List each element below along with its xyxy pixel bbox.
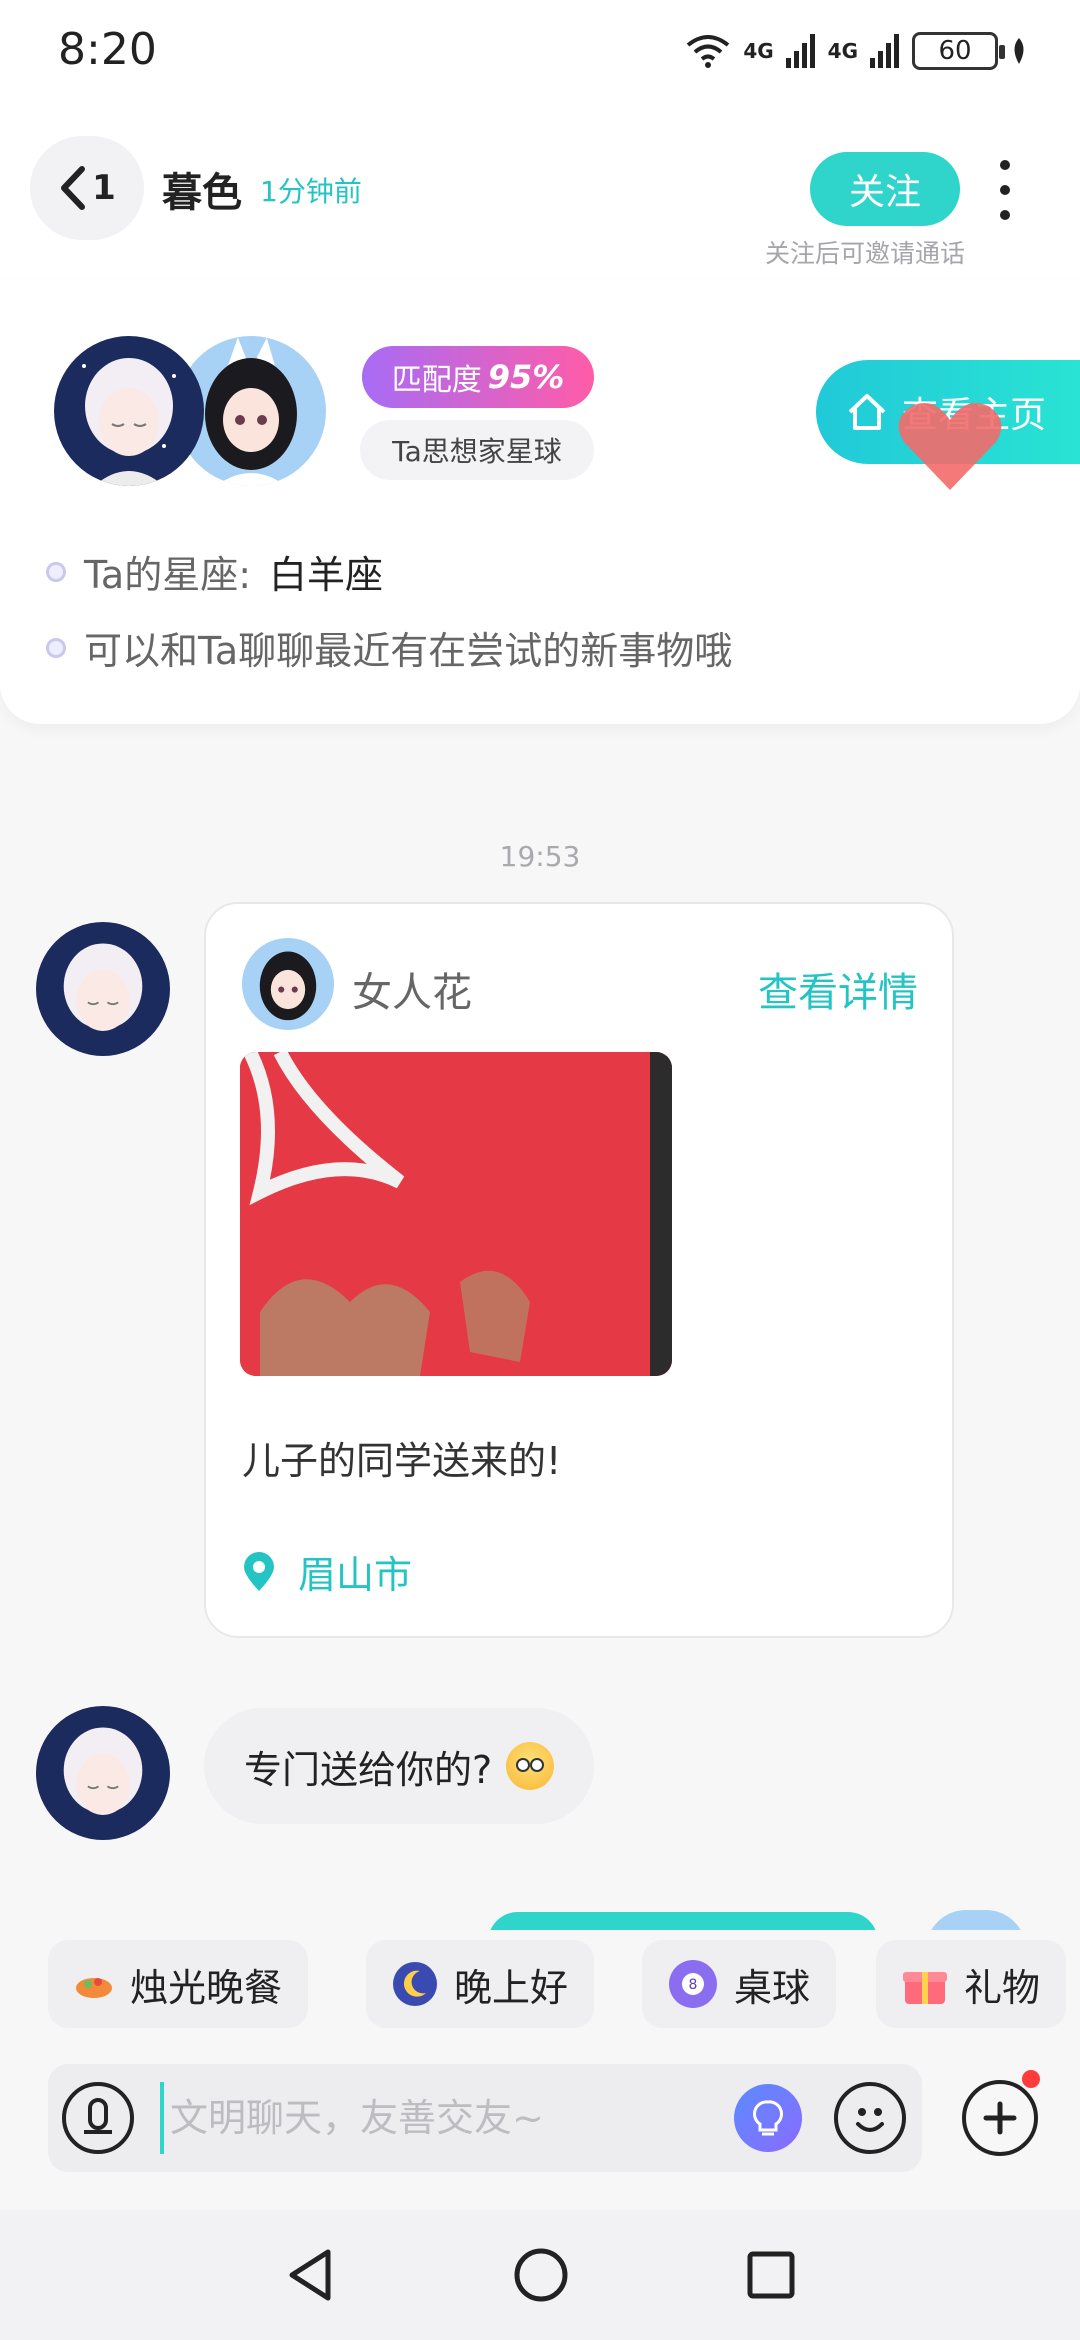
match-score-badge: 匹配度 95% [362,346,594,408]
network-label-2: 4G [827,39,858,63]
match-value: 95% [487,358,565,396]
smiley-icon [856,2108,884,2132]
quick-reply-dinner[interactable]: 烛光晚餐 [48,1940,309,2028]
emoji-button[interactable] [834,2082,906,2154]
billiard-ball-icon: 8 [669,1960,717,2008]
match-label: 匹配度 [391,363,482,398]
voice-input-button[interactable] [62,2082,134,2154]
lightbulb-icon [753,2100,783,2136]
sender-avatar[interactable] [36,1706,170,1840]
quick-reply-goodnight[interactable]: 晚上好 [366,1940,595,2028]
tip-row: 可以和Ta聊聊最近有在尝试的新事物哦 [46,620,732,675]
heart-icon [898,403,1002,490]
more-dot-icon [1000,160,1010,170]
more-dot-icon [1000,210,1010,220]
tip-label: 可以和Ta聊聊最近有在尝试的新事物哦 [84,629,733,673]
message-input[interactable] [160,2082,760,2154]
leaf-icon [1014,38,1024,64]
tip-row: Ta的星座: 白羊座 [46,544,383,599]
plus-icon [983,2101,1017,2135]
post-caption: 儿子的同学送来的! [242,1439,562,1483]
gift-icon [903,1972,947,2004]
planet-tag: Ta思想家星球 [360,420,594,480]
microphone-icon [84,2098,112,2134]
chat-header: 1 暮色 1分钟前 关注 关注后可邀请通话 [0,110,1080,280]
tip-label: Ta的星座: [84,553,252,597]
location-label: 眉山市 [298,1553,413,1597]
bullet-icon [46,561,66,582]
follow-button[interactable]: 关注 [810,152,960,226]
bullet-icon [46,637,66,658]
smiling-face-icon [506,1742,555,1790]
incoming-message-bubble[interactable]: 专门送给你的? [204,1708,595,1824]
back-button[interactable]: 1 [30,136,144,240]
ai-assistant-button[interactable] [734,2084,802,2152]
quick-reply-gift[interactable]: 礼物 [876,1940,1067,2028]
status-icons: 4G 4G 60 [685,26,1028,76]
status-bar: 8:20 4G 4G 60 [0,0,1080,110]
nav-home-icon[interactable] [506,2240,576,2310]
post-location[interactable]: 眉山市 [242,1544,412,1599]
nav-back-icon[interactable] [276,2240,346,2310]
post-image[interactable] [240,1052,672,1376]
avatar-self[interactable] [54,336,204,486]
more-dot-icon [1000,185,1010,195]
signal-icon [870,34,899,68]
quick-reply-label: 桌球 [734,1965,811,2010]
location-pin-icon [244,1551,274,1591]
quick-reply-label: 烛光晚餐 [130,1965,283,2010]
nav-recent-apps-icon[interactable] [736,2240,806,2310]
quick-reply-billiards[interactable]: 8 桌球 [642,1940,837,2028]
battery-level: 60 [938,36,972,66]
quick-reply-bar: 烛光晚餐 晚上好 8 桌球 礼物 [0,1930,1080,2054]
moon-icon [393,1962,437,2006]
chevron-left-icon [61,166,86,210]
sender-avatar[interactable] [36,922,170,1056]
view-details-link[interactable]: 查看详情 [758,960,918,1018]
status-time: 8:20 [58,24,157,75]
red-gift-bag-photo [240,1052,672,1376]
unread-count: 1 [92,168,116,208]
quick-reply-label: 礼物 [964,1965,1041,2010]
shared-post-card[interactable]: 女人花 查看详情 儿子的同学送来的! 眉山市 [204,902,954,1638]
notification-dot [1022,2070,1040,2088]
wifi-icon [687,35,730,68]
chat-timestamp: 19:53 [499,840,581,873]
quick-reply-label: 晚上好 [454,1965,569,2010]
avatar-illustration [63,943,143,1031]
post-author-name: 女人花 [352,970,472,1016]
more-options-button[interactable] [990,160,1020,220]
home-icon [848,394,886,430]
message-text: 专门送给你的? [244,1747,493,1792]
match-card: 匹配度 95% Ta思想家星球 查看主页 Ta的星座: 白羊座 可以和Ta聊聊最… [0,280,1080,724]
avatar-illustration [82,358,176,486]
dinner-icon [76,1978,112,1998]
signal-icon [785,34,815,68]
svg-text:8: 8 [689,1977,698,1993]
more-actions-button[interactable] [962,2080,1038,2156]
tip-value: 白羊座 [269,553,384,597]
network-label-1: 4G [743,39,774,63]
post-author-avatar[interactable] [242,938,334,1030]
last-active-status: 1分钟前 [260,175,362,208]
system-navigation-bar [0,2210,1080,2340]
message-input-bar [48,2064,922,2172]
contact-name: 暮色 [162,170,242,216]
battery-icon: 60 [912,32,1005,70]
avatar-illustration [63,1727,143,1815]
follow-hint: 关注后可邀请通话 [764,239,965,268]
avatar-illustration [259,951,317,1021]
